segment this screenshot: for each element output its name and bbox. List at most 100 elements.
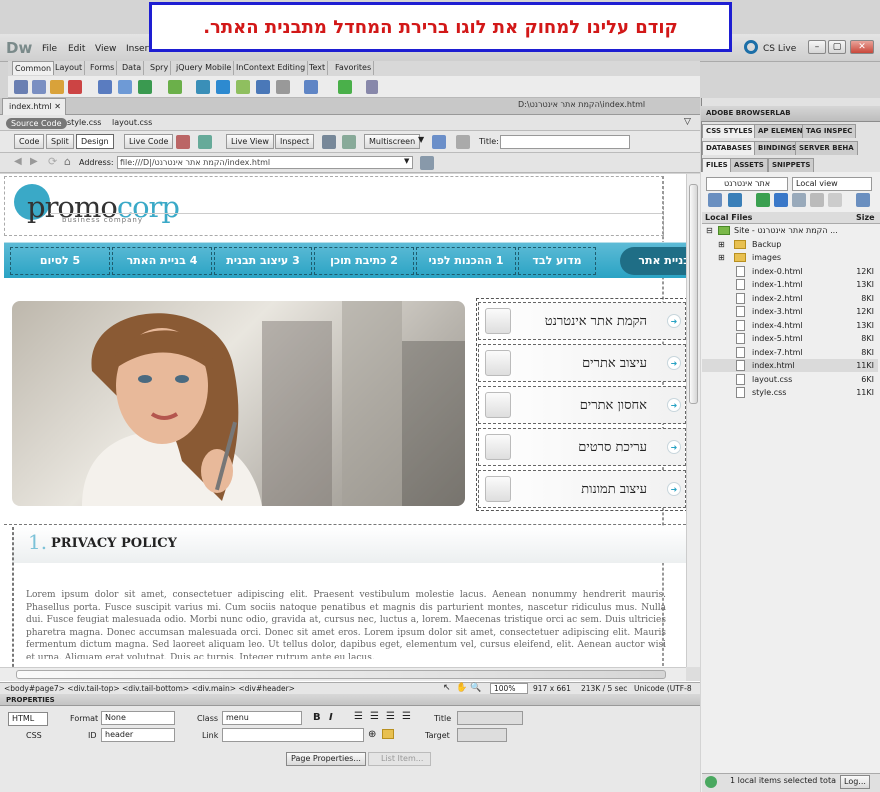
outdent-icon[interactable]: ☰ <box>386 711 395 722</box>
maximize-button[interactable]: ▢ <box>828 40 846 54</box>
nav-item[interactable]: 4 בניית האתר <box>112 247 212 275</box>
sync-icon[interactable] <box>828 193 842 207</box>
tab-jquery-mobile[interactable]: jQuery Mobile <box>174 61 235 75</box>
tab-forms[interactable]: Forms <box>88 61 118 75</box>
file-row[interactable]: index-7.html 8KI <box>702 346 878 359</box>
nav-item[interactable]: 2 כתיבת תוכן <box>314 247 414 275</box>
format-select[interactable]: None <box>101 711 175 725</box>
expand-panel-icon[interactable] <box>856 193 870 207</box>
div-icon[interactable] <box>118 80 132 94</box>
css-mode-button[interactable]: CSS <box>12 731 42 740</box>
target-select[interactable] <box>457 728 507 742</box>
minimize-button[interactable]: – <box>808 40 826 54</box>
vertical-scroll-thumb[interactable] <box>689 184 698 404</box>
file-row[interactable]: index-0.html 12KI <box>702 265 878 278</box>
multiscreen-button[interactable]: Multiscreen <box>364 134 421 149</box>
hyperlink-icon[interactable] <box>14 80 28 94</box>
file-row[interactable]: index-5.html 8KI <box>702 332 878 345</box>
put-files-icon[interactable] <box>774 193 788 207</box>
bold-button[interactable]: B <box>313 712 321 723</box>
side-menu-item[interactable]: עיצוב תמונות ➜ <box>478 470 686 508</box>
size-column[interactable]: Size <box>856 213 875 222</box>
nav-item[interactable]: 1 ההכנות לפני <box>416 247 516 275</box>
source-code-button[interactable]: Source Code <box>6 118 67 129</box>
file-row[interactable]: style.css 11KI <box>702 386 878 399</box>
debug-icon[interactable] <box>322 135 336 149</box>
tab-text[interactable]: Text <box>307 61 329 75</box>
visual-aids-icon[interactable] <box>342 135 356 149</box>
link-input[interactable] <box>222 728 364 742</box>
ordered-list-icon[interactable]: ☰ <box>370 711 379 722</box>
refresh-icon[interactable] <box>456 135 470 149</box>
preview-browser-icon[interactable] <box>432 135 446 149</box>
menu-file[interactable]: File <box>42 44 57 54</box>
id-select[interactable]: header <box>101 728 175 742</box>
local-files-column[interactable]: Local Files <box>705 213 752 222</box>
split-view-button[interactable]: Split <box>46 134 74 149</box>
comment-icon[interactable] <box>236 80 250 94</box>
nav-item-active[interactable]: בניית אתר <box>620 247 690 275</box>
address-input[interactable]: file:///D|/הקמת אתר אינטרנט/index.html <box>117 156 413 169</box>
point-to-file-icon[interactable]: ⊕ <box>368 729 376 740</box>
indent-icon[interactable]: ☰ <box>402 711 411 722</box>
file-row[interactable]: index-2.html 8KI <box>702 292 878 305</box>
related-file-style[interactable]: style.css <box>67 118 101 127</box>
browse-folder-icon[interactable] <box>382 729 394 739</box>
cs-live-icon[interactable] <box>744 40 758 54</box>
italic-button[interactable]: I <box>329 712 333 723</box>
tab-tag-inspector[interactable]: TAG INSPEC <box>802 124 857 138</box>
get-files-icon[interactable] <box>756 193 770 207</box>
select-tool-icon[interactable]: ↖ <box>443 683 451 693</box>
zoom-tool-icon[interactable]: 🔍 <box>470 683 481 693</box>
tab-data[interactable]: Data <box>120 61 145 75</box>
file-row[interactable]: index-1.html 13KI <box>702 278 878 291</box>
horizontal-rule-icon[interactable] <box>68 80 82 94</box>
hand-tool-icon[interactable]: ✋ <box>456 683 467 693</box>
head-icon[interactable] <box>256 80 270 94</box>
tag-selector[interactable]: <body#page7> <div.tail-top> <div.tail-bo… <box>4 684 295 693</box>
tab-files[interactable]: FILES <box>702 158 732 172</box>
check-in-icon[interactable] <box>810 193 824 207</box>
document-tab[interactable]: index.html ✕ <box>2 98 66 115</box>
close-tab-icon[interactable]: ✕ <box>54 99 61 114</box>
close-button[interactable]: ✕ <box>850 40 874 54</box>
site-root-row[interactable]: ⊟ Site - הקמת אתר אינטרנט ... <box>702 224 878 237</box>
more-icon[interactable] <box>366 80 378 94</box>
menu-edit[interactable]: Edit <box>68 44 85 54</box>
horizontal-scroll-thumb[interactable] <box>16 670 666 679</box>
inspect-button[interactable]: Inspect <box>275 134 315 149</box>
cs-live-label[interactable]: CS Live <box>763 44 796 54</box>
class-select[interactable]: menu <box>222 711 302 725</box>
site-select[interactable]: אתר אינטרנט <box>706 177 788 191</box>
related-file-layout[interactable]: layout.css <box>112 118 152 127</box>
refresh-files-icon[interactable] <box>728 193 742 207</box>
tab-server-behaviors[interactable]: SERVER BEHA <box>795 141 858 155</box>
side-menu-item[interactable]: עריכת סרטים ➜ <box>478 428 686 466</box>
horizontal-scrollbar[interactable] <box>0 667 686 681</box>
log-button[interactable]: Log... <box>840 775 870 789</box>
file-row[interactable]: index-4.html 13KI <box>702 319 878 332</box>
browser-compat-icon[interactable] <box>176 135 190 149</box>
view-select[interactable]: Local view <box>792 177 872 191</box>
file-row[interactable]: index-3.html 12KI <box>702 305 878 318</box>
tab-snippets[interactable]: SNIPPETS <box>768 158 815 172</box>
tab-databases[interactable]: DATABASES <box>702 141 756 155</box>
named-anchor-icon[interactable] <box>50 80 64 94</box>
page-properties-button[interactable]: Page Properties... <box>286 752 366 766</box>
html-mode-button[interactable]: HTML <box>8 712 48 726</box>
home-icon[interactable]: ⌂ <box>64 155 71 168</box>
tab-assets[interactable]: ASSETS <box>730 158 768 172</box>
browse-icon[interactable] <box>420 156 434 170</box>
menu-view[interactable]: View <box>95 44 116 54</box>
window-size[interactable]: 917 x 661 <box>533 684 571 693</box>
nav-item[interactable]: 5 לסיום <box>10 247 110 275</box>
tab-incontext-editing[interactable]: InContext Editing <box>234 61 309 75</box>
file-row[interactable]: layout.css 6KI <box>702 373 878 386</box>
address-dropdown-icon[interactable]: ▼ <box>404 157 409 165</box>
vertical-scrollbar[interactable] <box>686 174 700 667</box>
tab-layout[interactable]: Layout <box>53 61 86 75</box>
menu-insert[interactable]: Insert <box>126 44 152 54</box>
expand-icon[interactable]: ⊞ <box>718 251 725 264</box>
image-icon[interactable] <box>138 80 152 94</box>
script-icon[interactable] <box>276 80 290 94</box>
